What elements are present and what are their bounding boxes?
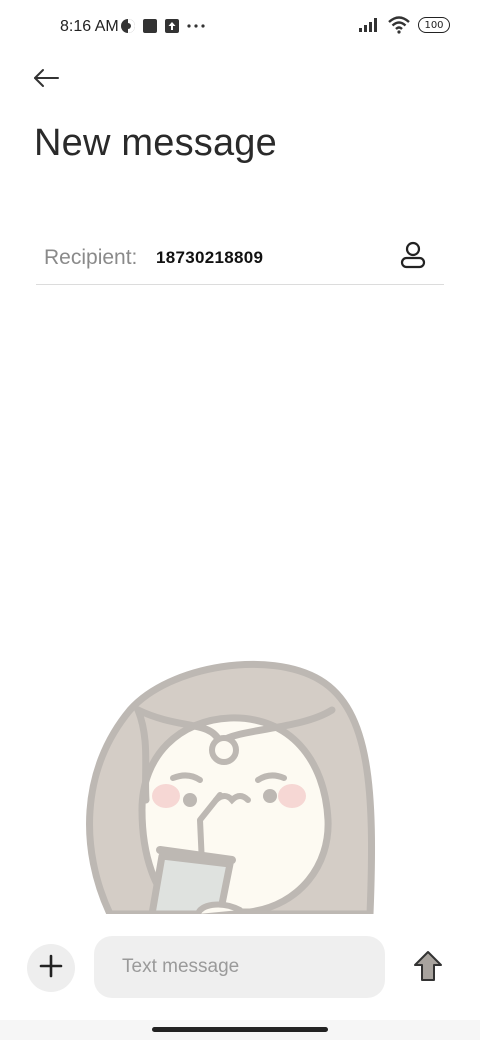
status-bar: 8:16 AM 100 [0,0,480,56]
plus-icon [39,954,63,983]
square-notification-icon [142,18,158,34]
contact-picker-button[interactable] [396,240,430,274]
battery-icon: 100 [418,17,450,33]
send-button[interactable] [408,948,448,988]
back-button[interactable] [28,62,64,98]
recipient-row[interactable]: Recipient: 18730218809 [36,232,444,285]
battery-level: 100 [424,19,444,31]
arrow-up-icon [413,950,443,987]
recipient-label: Recipient: [44,246,138,269]
vpn-icon [120,18,136,34]
home-indicator[interactable] [152,1027,328,1032]
recipient-value[interactable]: 18730218809 [156,248,263,268]
message-input[interactable] [94,936,385,998]
more-notifications-icon [186,18,206,34]
navigation-bar [0,1020,480,1040]
notification-icons [120,18,206,34]
person-icon [400,241,426,274]
empty-state-illustration [70,650,410,914]
page-title: New message [34,122,277,164]
wifi-icon [388,16,410,34]
status-time: 8:16 AM [60,18,119,35]
arrow-left-icon [32,68,60,93]
add-attachment-button[interactable] [27,944,75,992]
signal-icon [358,17,380,33]
system-icons: 100 [358,16,450,34]
upload-notification-icon [164,18,180,34]
message-composer [0,914,480,1020]
